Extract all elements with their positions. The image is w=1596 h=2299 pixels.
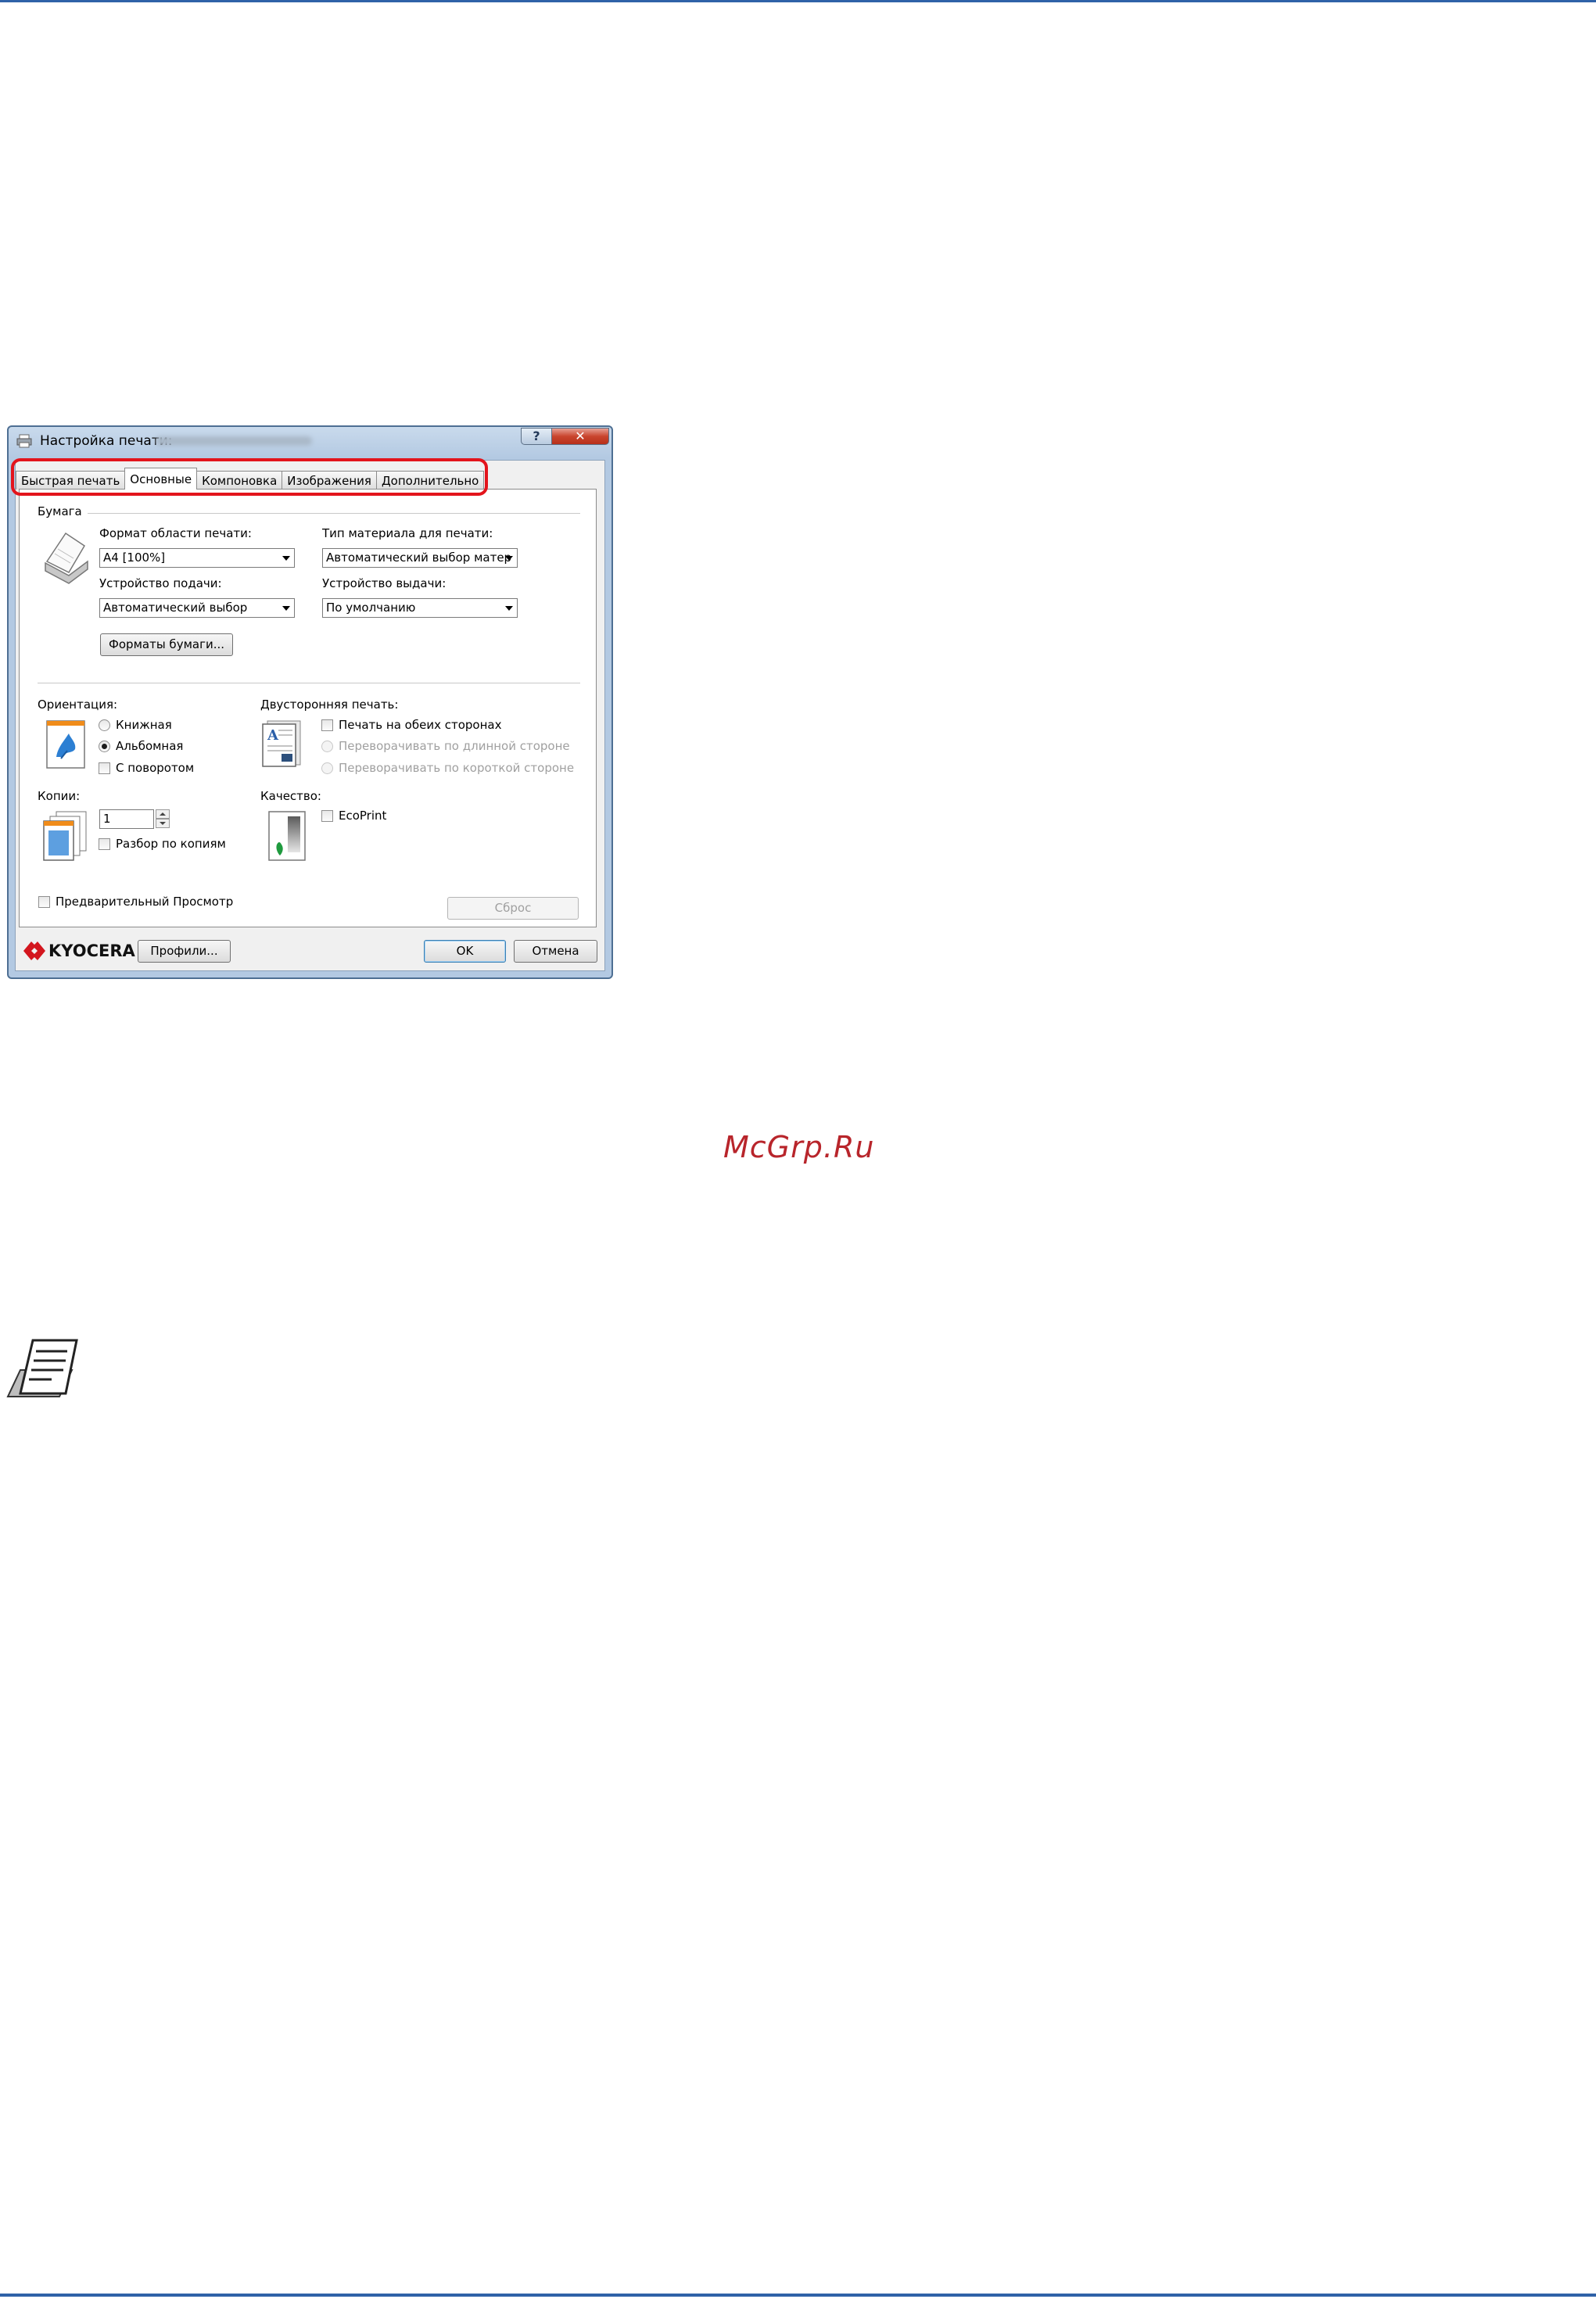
print-size-select[interactable]: A4 [100%] xyxy=(99,548,295,568)
output-tray-value: По умолчанию xyxy=(326,601,416,615)
paper-source-value: Автоматический выбор xyxy=(103,601,248,615)
top-rule xyxy=(0,0,1596,2)
collate-checkbox[interactable] xyxy=(99,838,110,850)
kyocera-logo: KYOCERA xyxy=(23,941,135,961)
paper-source-label: Устройство подачи: xyxy=(99,576,222,590)
svg-text:A: A xyxy=(267,727,279,744)
print-size-value: A4 [100%] xyxy=(103,551,166,565)
rotated-label: С поворотом xyxy=(116,761,195,775)
output-tray-select[interactable]: По умолчанию xyxy=(322,598,518,618)
print-size-label: Формат области печати: xyxy=(99,526,252,540)
duplex-preview-icon: A xyxy=(262,720,301,767)
brand-wordmark: KYOCERA xyxy=(48,941,135,960)
media-type-value: Автоматический выбор матер xyxy=(326,551,512,565)
help-button[interactable]: ? xyxy=(521,428,552,445)
orientation-preview-icon xyxy=(46,720,85,769)
watermark-text: McGrp.Ru xyxy=(723,1130,875,1164)
flip-short-label: Переворачивать по короткой стороне xyxy=(339,761,575,775)
copies-stepper[interactable] xyxy=(156,809,170,829)
paper-tray-icon xyxy=(45,532,88,584)
paper-source-select[interactable]: Автоматический выбор xyxy=(99,598,295,618)
flip-long-radio[interactable] xyxy=(321,741,333,752)
print-both-sides-label: Печать на обеих сторонах xyxy=(339,718,502,732)
stepper-down-icon[interactable] xyxy=(156,819,170,828)
rotated-checkbox[interactable] xyxy=(99,762,110,774)
ecoprint-checkbox[interactable] xyxy=(321,810,333,822)
close-button[interactable]: ✕ xyxy=(551,428,609,445)
media-type-label: Тип материала для печати: xyxy=(322,526,493,540)
tabs-highlight-callout xyxy=(11,458,488,496)
output-tray-label: Устройство выдачи: xyxy=(322,576,447,590)
flip-long-label: Переворачивать по длинной стороне xyxy=(339,739,570,753)
stepper-up-icon[interactable] xyxy=(156,809,170,819)
copies-label: Копии: xyxy=(38,789,81,803)
portrait-radio[interactable] xyxy=(99,719,110,731)
chevron-down-icon xyxy=(282,606,290,611)
preview-label: Предварительный Просмотр xyxy=(56,895,234,909)
ecoprint-label: EcoPrint xyxy=(339,809,387,823)
ok-button[interactable]: OK xyxy=(424,940,506,963)
chevron-down-icon xyxy=(505,556,513,561)
cancel-button[interactable]: Отмена xyxy=(514,940,597,963)
flip-short-radio[interactable] xyxy=(321,762,333,774)
print-both-sides-checkbox[interactable] xyxy=(321,719,333,731)
copies-input[interactable]: 1 xyxy=(99,809,154,829)
bottom-rule xyxy=(0,2294,1596,2297)
note-icon xyxy=(6,1339,78,1397)
paper-group-label: Бумага xyxy=(38,504,82,518)
quality-label: Качество: xyxy=(260,789,321,803)
portrait-label: Книжная xyxy=(116,718,172,732)
landscape-label: Альбомная xyxy=(116,739,184,753)
collate-label: Разбор по копиям xyxy=(116,837,226,851)
chevron-down-icon xyxy=(505,606,513,611)
preview-checkbox[interactable] xyxy=(38,896,50,908)
paper-group-line xyxy=(88,513,580,514)
printer-name-blurred xyxy=(156,436,312,446)
landscape-radio[interactable] xyxy=(99,741,110,752)
profiles-button[interactable]: Профили... xyxy=(138,940,231,963)
ecoprint-preview-icon xyxy=(268,811,306,861)
duplex-label: Двусторонняя печать: xyxy=(260,698,399,712)
orientation-label: Ориентация: xyxy=(38,698,118,712)
copies-preview-icon xyxy=(43,811,87,861)
dialog-title: Настройка печати: xyxy=(40,433,173,449)
kyocera-mark-icon xyxy=(23,941,45,960)
chevron-down-icon xyxy=(282,556,290,561)
media-type-select[interactable]: Автоматический выбор матер xyxy=(322,548,518,568)
page-sizes-button[interactable]: Форматы бумаги... xyxy=(100,633,233,656)
reset-button[interactable]: Сброс xyxy=(447,897,579,920)
printer-icon xyxy=(16,434,32,448)
title-bar[interactable]: Настройка печати: ? ✕ xyxy=(9,427,612,454)
